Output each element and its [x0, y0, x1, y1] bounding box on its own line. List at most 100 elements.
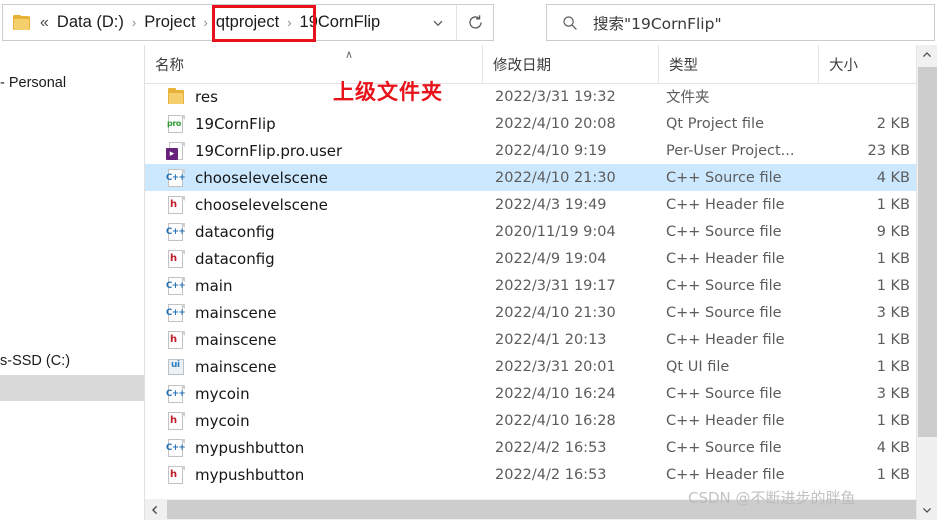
- file-name-cell[interactable]: ▸ 19CornFlip.pro.user: [145, 137, 342, 164]
- cpp-source-icon: C++: [166, 276, 186, 296]
- file-date-cell: 2022/4/10 16:24: [495, 385, 616, 402]
- file-row[interactable]: h mypushbutton 2022/4/2 16:53 C++ Header fi…: [145, 461, 916, 488]
- file-row[interactable]: h mainscene 2022/4/1 20:13 C++ Header file 1…: [145, 326, 916, 353]
- file-size-cell: 1 KB: [876, 358, 910, 375]
- file-name-cell[interactable]: ui mainscene: [145, 353, 277, 380]
- column-header-size-label: 大小: [829, 57, 858, 74]
- search-input[interactable]: 搜索"19CornFlip": [593, 12, 722, 34]
- nav-item-label: s-SSD (C:): [0, 353, 71, 369]
- cpp-source-icon: C++: [166, 303, 186, 323]
- breadcrumb-item-19cornflip[interactable]: 19CornFlip: [295, 10, 386, 35]
- address-bar-buttons: [420, 5, 493, 40]
- chevron-up-icon[interactable]: [917, 45, 937, 65]
- vertical-scrollbar-thumb[interactable]: [918, 67, 937, 437]
- horizontal-scrollbar-thumb[interactable]: [167, 500, 916, 519]
- file-date-cell: 2022/3/31 19:17: [495, 277, 616, 294]
- file-size-cell: 1 KB: [876, 250, 910, 267]
- file-size-cell: 9 KB: [876, 223, 910, 240]
- file-name-cell[interactable]: h dataconfig: [145, 245, 275, 272]
- file-size-cell: 4 KB: [876, 439, 910, 456]
- nav-item-selected[interactable]: [0, 375, 144, 401]
- file-date-cell: 2022/4/9 19:04: [495, 250, 607, 267]
- file-row[interactable]: C++ chooselevelscene 2022/4/10 21:30 C++ So…: [145, 164, 916, 191]
- file-name-cell[interactable]: pro 19CornFlip: [145, 110, 276, 137]
- file-size-cell: 3 KB: [876, 304, 910, 321]
- file-name-label: mypushbutton: [195, 465, 305, 484]
- file-row[interactable]: ▸ 19CornFlip.pro.user 2022/4/10 9:19 Per-Us…: [145, 137, 916, 164]
- file-name-label: 19CornFlip.pro.user: [195, 141, 343, 160]
- file-list: res 2022/3/31 19:32 文件夹 pro 19CornFlip 2022/4…: [145, 83, 916, 493]
- breadcrumb-separator-icon[interactable]: ›: [201, 16, 211, 29]
- search-box[interactable]: 搜索"19CornFlip": [546, 4, 935, 41]
- file-row[interactable]: h mycoin 2022/4/10 16:28 C++ Header file 1 K…: [145, 407, 916, 434]
- navigation-pane[interactable]: - Personal s-SSD (C:): [0, 45, 145, 520]
- file-row[interactable]: ui mainscene 2022/3/31 20:01 Qt UI file 1 KB: [145, 353, 916, 380]
- file-row[interactable]: h chooselevelscene 2022/4/3 19:49 C++ Heade…: [145, 191, 916, 218]
- column-header-size[interactable]: 大小: [818, 45, 916, 83]
- column-header-type[interactable]: 类型: [658, 45, 818, 83]
- file-row[interactable]: res 2022/3/31 19:32 文件夹: [145, 83, 916, 110]
- breadcrumb-item-qtproject[interactable]: qtproject: [211, 10, 284, 35]
- file-name-cell[interactable]: C++ mainscene: [145, 299, 277, 326]
- column-header-date-label: 修改日期: [493, 57, 551, 74]
- file-name-cell[interactable]: h mypushbutton: [145, 461, 304, 488]
- file-explorer-window: « Data (D:) › Project › qtproject › 19Co…: [0, 0, 937, 520]
- annotation-parent-folder: 上级文件夹: [333, 80, 443, 104]
- file-size-cell: [765, 83, 910, 110]
- file-name-label: mainscene: [195, 330, 277, 349]
- breadcrumb-item-data-d[interactable]: Data (D:): [52, 10, 129, 35]
- file-name-cell[interactable]: C++ mycoin: [145, 380, 250, 407]
- file-name-label: dataconfig: [195, 222, 275, 241]
- file-list-pane: 名称 ∧ 修改日期 类型 大小 res 2022/3/31 19:32 文件夹 pro…: [145, 45, 916, 493]
- qt-ui-file-icon: ui: [166, 357, 186, 377]
- nav-item-personal[interactable]: - Personal: [0, 70, 144, 96]
- file-name-label: mainscene: [195, 303, 277, 322]
- file-name-cell[interactable]: res: [145, 83, 218, 110]
- vertical-scrollbar[interactable]: [916, 45, 937, 520]
- cpp-source-icon: C++: [166, 384, 186, 404]
- breadcrumb-separator-icon[interactable]: ›: [284, 16, 294, 29]
- file-name-cell[interactable]: h mycoin: [145, 407, 250, 434]
- breadcrumb-separator-icon[interactable]: ›: [129, 16, 139, 29]
- file-size-cell: 1 KB: [876, 331, 910, 348]
- file-row[interactable]: C++ main 2022/3/31 19:17 C++ Source file 1 K…: [145, 272, 916, 299]
- file-name-cell[interactable]: h mainscene: [145, 326, 277, 353]
- breadcrumb-item-project[interactable]: Project: [139, 10, 200, 35]
- file-row[interactable]: C++ dataconfig 2020/11/19 9:04 C++ Source f…: [145, 218, 916, 245]
- horizontal-scrollbar[interactable]: [145, 499, 916, 520]
- file-row[interactable]: pro 19CornFlip 2022/4/10 20:08 Qt Project f…: [145, 110, 916, 137]
- file-date-cell: 2022/4/3 19:49: [495, 196, 607, 213]
- file-row[interactable]: h dataconfig 2022/4/9 19:04 C++ Header file…: [145, 245, 916, 272]
- file-name-cell[interactable]: C++ mypushbutton: [145, 434, 304, 461]
- breadcrumb-overflow[interactable]: «: [37, 14, 52, 32]
- file-size-cell: 2 KB: [876, 115, 910, 132]
- file-name-cell[interactable]: C++ chooselevelscene: [145, 164, 328, 191]
- file-type-cell: Qt Project file: [666, 115, 765, 132]
- file-name-label: res: [195, 87, 218, 106]
- chevron-left-icon[interactable]: [145, 499, 165, 520]
- file-row[interactable]: C++ mypushbutton 2022/4/2 16:53 C++ Source …: [145, 434, 916, 461]
- file-row[interactable]: C++ mainscene 2022/4/10 21:30 C++ Source fi…: [145, 299, 916, 326]
- chevron-down-icon[interactable]: [917, 500, 937, 520]
- column-header-date-modified[interactable]: 修改日期: [482, 45, 658, 83]
- address-bar[interactable]: « Data (D:) › Project › qtproject › 19Co…: [2, 4, 494, 41]
- cpp-header-icon: h: [166, 465, 186, 485]
- file-type-cell: Qt UI file: [666, 358, 730, 375]
- file-date-cell: 2022/4/10 16:28: [495, 412, 616, 429]
- chevron-down-icon[interactable]: [420, 5, 456, 40]
- file-name-label: mycoin: [195, 411, 250, 430]
- file-name-cell[interactable]: C++ dataconfig: [145, 218, 275, 245]
- file-name-cell[interactable]: h chooselevelscene: [145, 191, 328, 218]
- refresh-icon[interactable]: [456, 5, 493, 40]
- file-row[interactable]: C++ mycoin 2022/4/10 16:24 C++ Source file 3…: [145, 380, 916, 407]
- folder-icon: [166, 87, 186, 107]
- cpp-header-icon: h: [166, 330, 186, 350]
- nav-item-local-disk-c[interactable]: s-SSD (C:): [0, 348, 144, 374]
- breadcrumb: « Data (D:) › Project › qtproject › 19Co…: [37, 10, 385, 35]
- file-name-label: mainscene: [195, 357, 277, 376]
- file-size-cell: 3 KB: [876, 385, 910, 402]
- sort-ascending-icon: ∧: [345, 48, 354, 61]
- file-date-cell: 2022/4/1 20:13: [495, 331, 607, 348]
- file-name-cell[interactable]: C++ main: [145, 272, 232, 299]
- cpp-header-icon: h: [166, 195, 186, 215]
